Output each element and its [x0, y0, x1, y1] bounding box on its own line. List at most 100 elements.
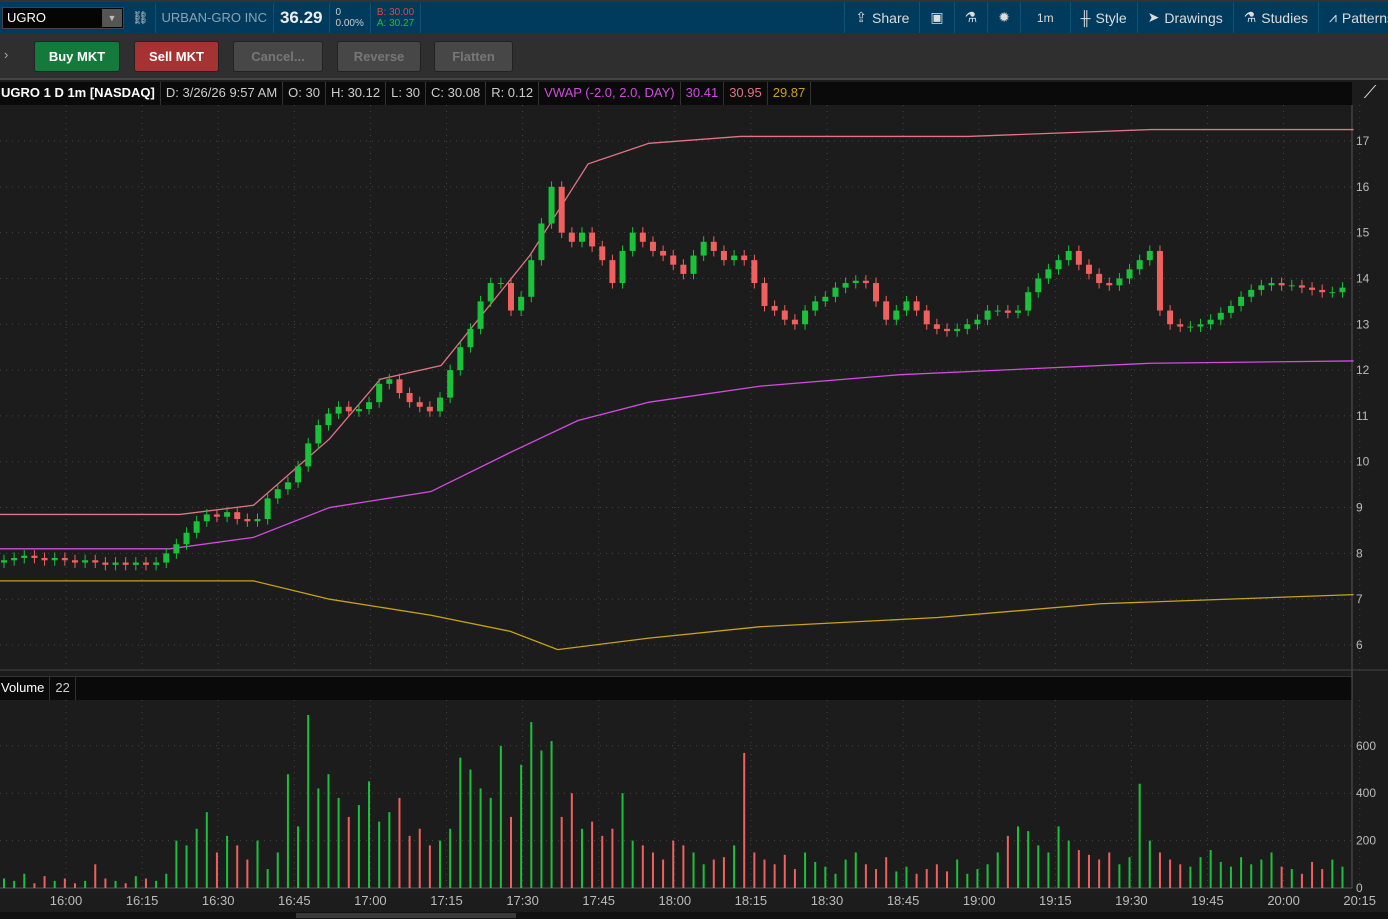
- flatten-button[interactable]: Flatten: [434, 41, 513, 72]
- bar-open: O: 30: [283, 82, 326, 105]
- bid-price: B: 30.00: [376, 6, 415, 18]
- volume-bar: [23, 873, 26, 888]
- volume-bar: [712, 859, 715, 888]
- candle: [741, 255, 748, 261]
- link-icon[interactable]: ⛓: [132, 10, 149, 26]
- candle: [568, 232, 575, 242]
- volume-bar: [804, 852, 807, 888]
- candle: [386, 379, 393, 384]
- volume-bar: [915, 873, 918, 888]
- candle: [771, 305, 778, 311]
- reverse-button[interactable]: Reverse: [337, 41, 421, 72]
- share-button[interactable]: ⇪ Share: [844, 2, 919, 33]
- timeframe-button[interactable]: 1m: [1019, 2, 1070, 33]
- candle: [1238, 296, 1245, 306]
- vwap-line: [0, 360, 1354, 550]
- candle: [1258, 285, 1265, 290]
- candle: [41, 557, 48, 561]
- candle: [1217, 312, 1224, 320]
- candle: [153, 562, 160, 565]
- candle: [1167, 310, 1174, 325]
- volume-bar: [885, 857, 888, 888]
- volume-bar: [388, 812, 391, 888]
- x-tick-label: 19:45: [1191, 893, 1224, 908]
- volume-bar: [733, 845, 736, 888]
- x-tick-label: 20:00: [1267, 893, 1300, 908]
- buy-mkt-button[interactable]: Buy MKT: [34, 41, 120, 72]
- candle: [974, 319, 981, 325]
- candle: [366, 402, 373, 410]
- candle: [660, 250, 667, 256]
- candle: [31, 555, 38, 558]
- volume-bar: [1098, 859, 1101, 888]
- candle: [396, 379, 403, 394]
- candle: [71, 560, 78, 563]
- candle: [528, 260, 535, 297]
- y-tick-label: 14: [1356, 271, 1370, 285]
- trade-bar: › Buy MKT Sell MKT Cancel... Reverse Fla…: [0, 33, 1388, 80]
- volume-bar: [418, 828, 421, 888]
- volume-bar: [124, 883, 127, 888]
- bar-close: C: 30.08: [426, 82, 487, 105]
- candle: [1207, 319, 1214, 325]
- volume-bar: [286, 774, 289, 888]
- chevron-down-icon[interactable]: ▼: [102, 8, 122, 27]
- sell-mkt-button[interactable]: Sell MKT: [134, 41, 219, 72]
- x-tick-label: 18:00: [659, 893, 692, 908]
- x-tick-label: 19:30: [1115, 893, 1148, 908]
- ask-price: A: 30.27: [376, 17, 415, 29]
- candle: [639, 232, 646, 242]
- volume-bar: [155, 880, 158, 888]
- volume-bar: [1311, 861, 1314, 888]
- volume-bar: [53, 880, 56, 888]
- candle: [213, 514, 220, 517]
- candle: [1309, 287, 1316, 290]
- candle: [1329, 292, 1336, 294]
- volume-bar: [956, 859, 959, 888]
- candle: [731, 255, 738, 261]
- candle: [82, 560, 89, 563]
- candle: [92, 560, 99, 563]
- symbol-input[interactable]: UGRO ▼: [2, 6, 124, 29]
- volume-value: 22: [50, 677, 76, 700]
- drawings-button[interactable]: ➤ Drawings: [1136, 2, 1233, 33]
- volume-bar: [3, 878, 5, 888]
- price-chart[interactable]: 16:00 16:15 16:30 16:45 17:00 17:15 17:30 17:45…: [0, 0, 1388, 919]
- candle: [426, 406, 433, 412]
- candle: [497, 283, 504, 285]
- volume-bar: [104, 878, 107, 888]
- studies-button[interactable]: ⚗ Studies: [1232, 2, 1318, 33]
- candle: [132, 562, 139, 565]
- expand-chevron-icon[interactable]: ›: [4, 47, 8, 62]
- cancel-button[interactable]: Cancel...: [233, 41, 323, 72]
- settings-button[interactable]: ✹: [987, 2, 1020, 33]
- autoscale-icon[interactable]: ⟋: [1356, 82, 1384, 105]
- volume-bar: [753, 852, 756, 888]
- vol-tick-label: 200: [1356, 834, 1376, 848]
- horizontal-scrollbar[interactable]: [0, 912, 1388, 919]
- candle: [11, 557, 18, 561]
- bar-date: D: 3/26/26 9:57 AM: [161, 82, 284, 105]
- candle: [649, 241, 656, 251]
- candle: [1197, 324, 1204, 327]
- events-button[interactable]: ▣: [919, 2, 953, 33]
- candle: [1268, 283, 1275, 286]
- volume-bar: [317, 788, 320, 888]
- candle: [1055, 260, 1062, 270]
- candle: [589, 232, 596, 247]
- candle: [122, 562, 129, 565]
- patterns-button[interactable]: ⩘Patterns: [1318, 2, 1388, 33]
- vwap-study-label[interactable]: VWAP (-2.0, 2.0, DAY): [539, 82, 681, 105]
- candle: [1146, 250, 1153, 261]
- volume-bar: [94, 864, 97, 888]
- volume-bar: [378, 821, 381, 888]
- volume-bar: [1017, 826, 1019, 888]
- candle: [1106, 283, 1113, 286]
- flask-button[interactable]: ⚗: [953, 2, 988, 33]
- style-button[interactable]: ╫ Style: [1069, 2, 1137, 33]
- candle: [1, 560, 7, 563]
- volume-bar: [1087, 854, 1090, 888]
- volume-bar: [651, 852, 654, 888]
- candle: [264, 498, 271, 520]
- volume-bar: [43, 876, 46, 888]
